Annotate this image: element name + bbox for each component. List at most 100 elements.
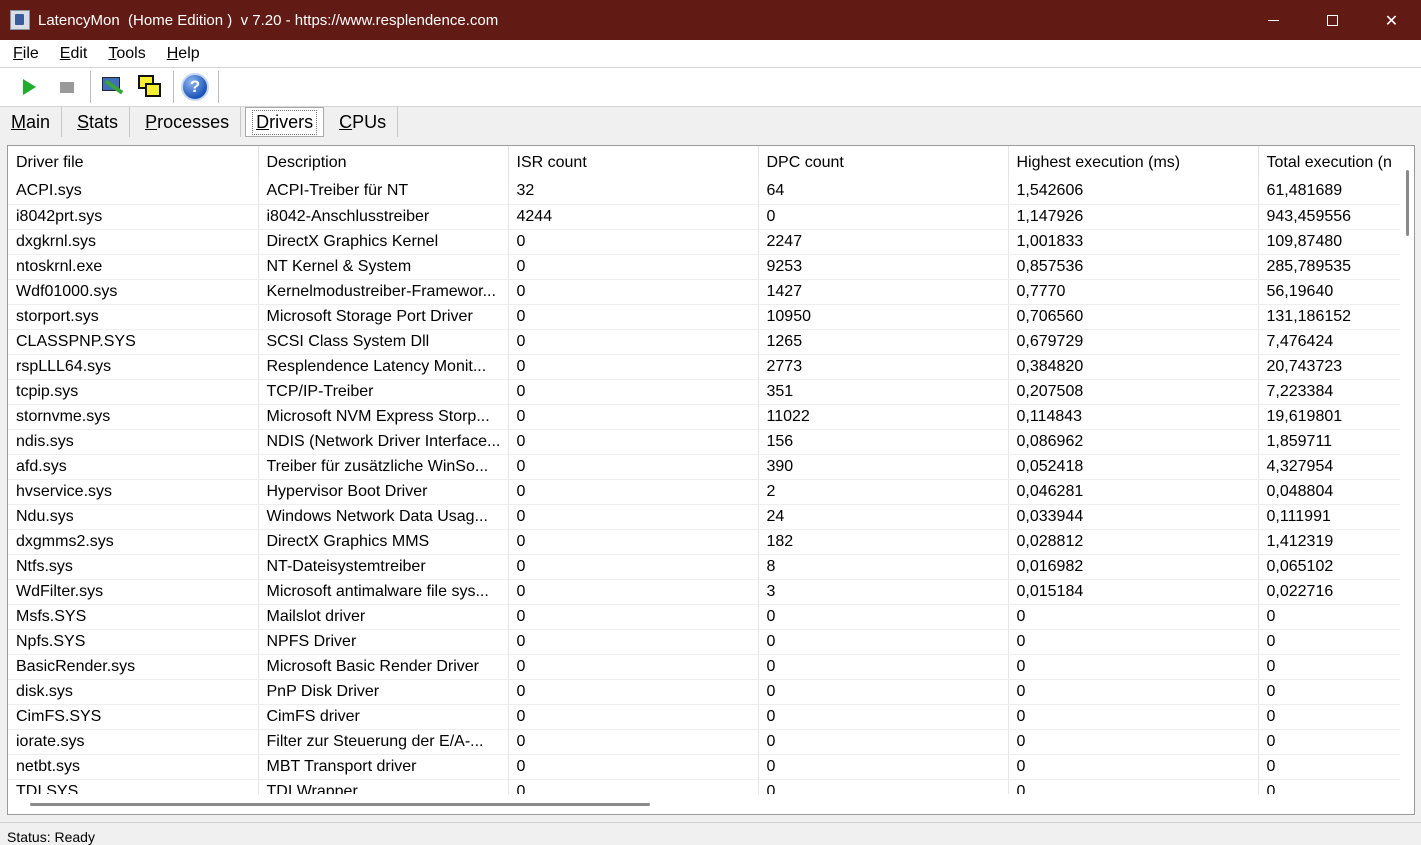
table-row[interactable]: CLASSPNP.SYS SCSI Class System Dll 0 1265 0,… [8,329,1409,355]
highest-execution-cell: 0,033944 [1008,504,1259,530]
menu-tools[interactable]: Tools [105,45,148,63]
windows-button[interactable] [135,72,165,102]
table-row[interactable]: Ndu.sys Windows Network Data Usag... 0 24 0,… [8,504,1409,530]
table-row[interactable]: Npfs.SYS NPFS Driver 0 0 0 0 [8,629,1409,655]
dpc-count-cell: 2247 [758,229,1009,255]
tab-cpus[interactable]: C PUs [328,107,399,137]
highest-execution-cell: 0 [1008,704,1259,730]
horizontal-scroll-thumb[interactable] [30,803,650,806]
tab-processes[interactable]: Processes [134,107,242,137]
table-row[interactable]: Msfs.SYS Mailslot driver 0 0 0 0 [8,604,1409,630]
driver-file-cell: rspLLL64.sys [8,354,259,380]
highest-execution-cell: 0,7770 [1008,279,1259,305]
table-row[interactable]: ntoskrnl.exe NT Kernel & System 0 9253 0,857… [8,254,1409,280]
dpc-count-cell: 0 [758,679,1009,705]
horizontal-scrollbar[interactable] [8,794,1414,814]
vertical-scrollbar[interactable] [1400,146,1414,796]
tab-drivers[interactable]: Drivers [245,107,325,137]
highest-execution-cell: 0 [1008,604,1259,630]
start-button[interactable] [14,72,44,102]
highest-execution-cell: 0 [1008,679,1259,705]
description-cell: NDIS (Network Driver Interface... [258,429,509,455]
stop-button[interactable] [52,72,82,102]
table-row[interactable]: ACPI.sys ACPI-Treiber für NT 32 64 1,542606 6… [8,179,1409,205]
monitor-icon [100,75,124,99]
column-header-driver-file[interactable]: Driver file [8,146,259,179]
dpc-count-cell: 1427 [758,279,1009,305]
total-execution-cell: 0,048804 [1258,479,1409,505]
highest-execution-cell: 0 [1008,754,1259,780]
table-row[interactable]: disk.sys PnP Disk Driver 0 0 0 0 [8,679,1409,705]
tab-main[interactable]: Main [0,107,63,137]
total-execution-cell: 0 [1258,704,1409,730]
menu-file[interactable]: File [10,45,42,63]
description-cell: ACPI-Treiber für NT [258,179,509,205]
driver-file-cell: netbt.sys [8,754,259,780]
driver-file-cell: WdFilter.sys [8,579,259,605]
isr-count-cell: 0 [508,579,759,605]
table-row[interactable]: CimFS.SYS CimFS driver 0 0 0 0 [8,704,1409,730]
close-icon: ✕ [1384,10,1399,30]
isr-count-cell: 0 [508,354,759,380]
table-row[interactable]: ndis.sys NDIS (Network Driver Interface..… [8,429,1409,455]
table-row[interactable]: dxgmms2.sys DirectX Graphics MMS 0 182 0,028… [8,529,1409,555]
dpc-count-cell: 0 [758,729,1009,755]
total-execution-cell: 943,459556 [1258,204,1409,230]
total-execution-cell: 7,223384 [1258,379,1409,405]
column-header-isr-count[interactable]: ISR count [508,146,759,179]
dpc-count-cell: 351 [758,379,1009,405]
dpc-count-cell: 0 [758,704,1009,730]
table-row[interactable]: Ntfs.sys NT-Dateisystemtreiber 0 8 0,016982 0… [8,554,1409,580]
table-row[interactable]: afd.sys Treiber für zusätzliche WinSo... 0… [8,454,1409,480]
isr-count-cell: 4244 [508,204,759,230]
driver-file-cell: ntoskrnl.exe [8,254,259,280]
description-cell: Hypervisor Boot Driver [258,479,509,505]
menu-help[interactable]: Help [164,45,203,63]
driver-file-cell: CLASSPNP.SYS [8,329,259,355]
total-execution-cell: 0,022716 [1258,579,1409,605]
monitor-button[interactable] [97,72,127,102]
dpc-count-cell: 0 [758,629,1009,655]
table-row[interactable]: storport.sys Microsoft Storage Port Drive… [8,304,1409,330]
table-row[interactable]: dxgkrnl.sys DirectX Graphics Kernel 0 2247 1… [8,229,1409,255]
description-cell: Microsoft antimalware file sys... [258,579,509,605]
table-row[interactable]: rspLLL64.sys Resplendence Latency Monit..… [8,354,1409,380]
minimize-button[interactable] [1244,0,1303,40]
isr-count-cell: 0 [508,229,759,255]
maximize-button[interactable] [1303,0,1362,40]
table-row[interactable]: iorate.sys Filter zur Steuerung der E/A-.… [8,729,1409,755]
table-row[interactable]: Wdf01000.sys Kernelmodustreiber-Framewor.… [8,279,1409,305]
dpc-count-cell: 390 [758,454,1009,480]
column-header-total-execution[interactable]: Total execution (n [1258,146,1409,179]
driver-file-cell: disk.sys [8,679,259,705]
table-row[interactable]: netbt.sys MBT Transport driver 0 0 0 0 [8,754,1409,780]
description-cell: Treiber für zusätzliche WinSo... [258,454,509,480]
vertical-scroll-thumb[interactable] [1406,170,1409,236]
close-button[interactable]: ✕ [1362,0,1421,40]
column-header-dpc-count[interactable]: DPC count [758,146,1009,179]
table-row[interactable]: i8042prt.sys i8042-Anschlusstreiber 4244 0 1… [8,204,1409,230]
column-header-highest-execution[interactable]: Highest execution (ms) [1008,146,1259,179]
dpc-count-cell: 8 [758,554,1009,580]
column-header-description[interactable]: Description [258,146,509,179]
isr-count-cell: 0 [508,254,759,280]
total-execution-cell: 1,412319 [1258,529,1409,555]
description-cell: MBT Transport driver [258,754,509,780]
isr-count-cell: 0 [508,654,759,680]
driver-file-cell: CimFS.SYS [8,704,259,730]
highest-execution-cell: 0,052418 [1008,454,1259,480]
tab-stats[interactable]: Stats [66,107,131,137]
table-row[interactable]: hvservice.sys Hypervisor Boot Driver 0 2 0,0… [8,479,1409,505]
help-button[interactable]: ? [180,72,210,102]
isr-count-cell: 0 [508,554,759,580]
table-row[interactable]: WdFilter.sys Microsoft antimalware file s… [8,579,1409,605]
highest-execution-cell: 0,114843 [1008,404,1259,430]
table-row[interactable]: BasicRender.sys Microsoft Basic Render Dr… [8,654,1409,680]
menu-edit[interactable]: Edit [57,45,91,63]
description-cell: Resplendence Latency Monit... [258,354,509,380]
description-cell: TCP/IP-Treiber [258,379,509,405]
table-row[interactable]: stornvme.sys Microsoft NVM Express Storp.… [8,404,1409,430]
dpc-count-cell: 182 [758,529,1009,555]
table-row[interactable]: tcpip.sys TCP/IP-Treiber 0 351 0,207508 7,223… [8,379,1409,405]
highest-execution-cell: 0,207508 [1008,379,1259,405]
